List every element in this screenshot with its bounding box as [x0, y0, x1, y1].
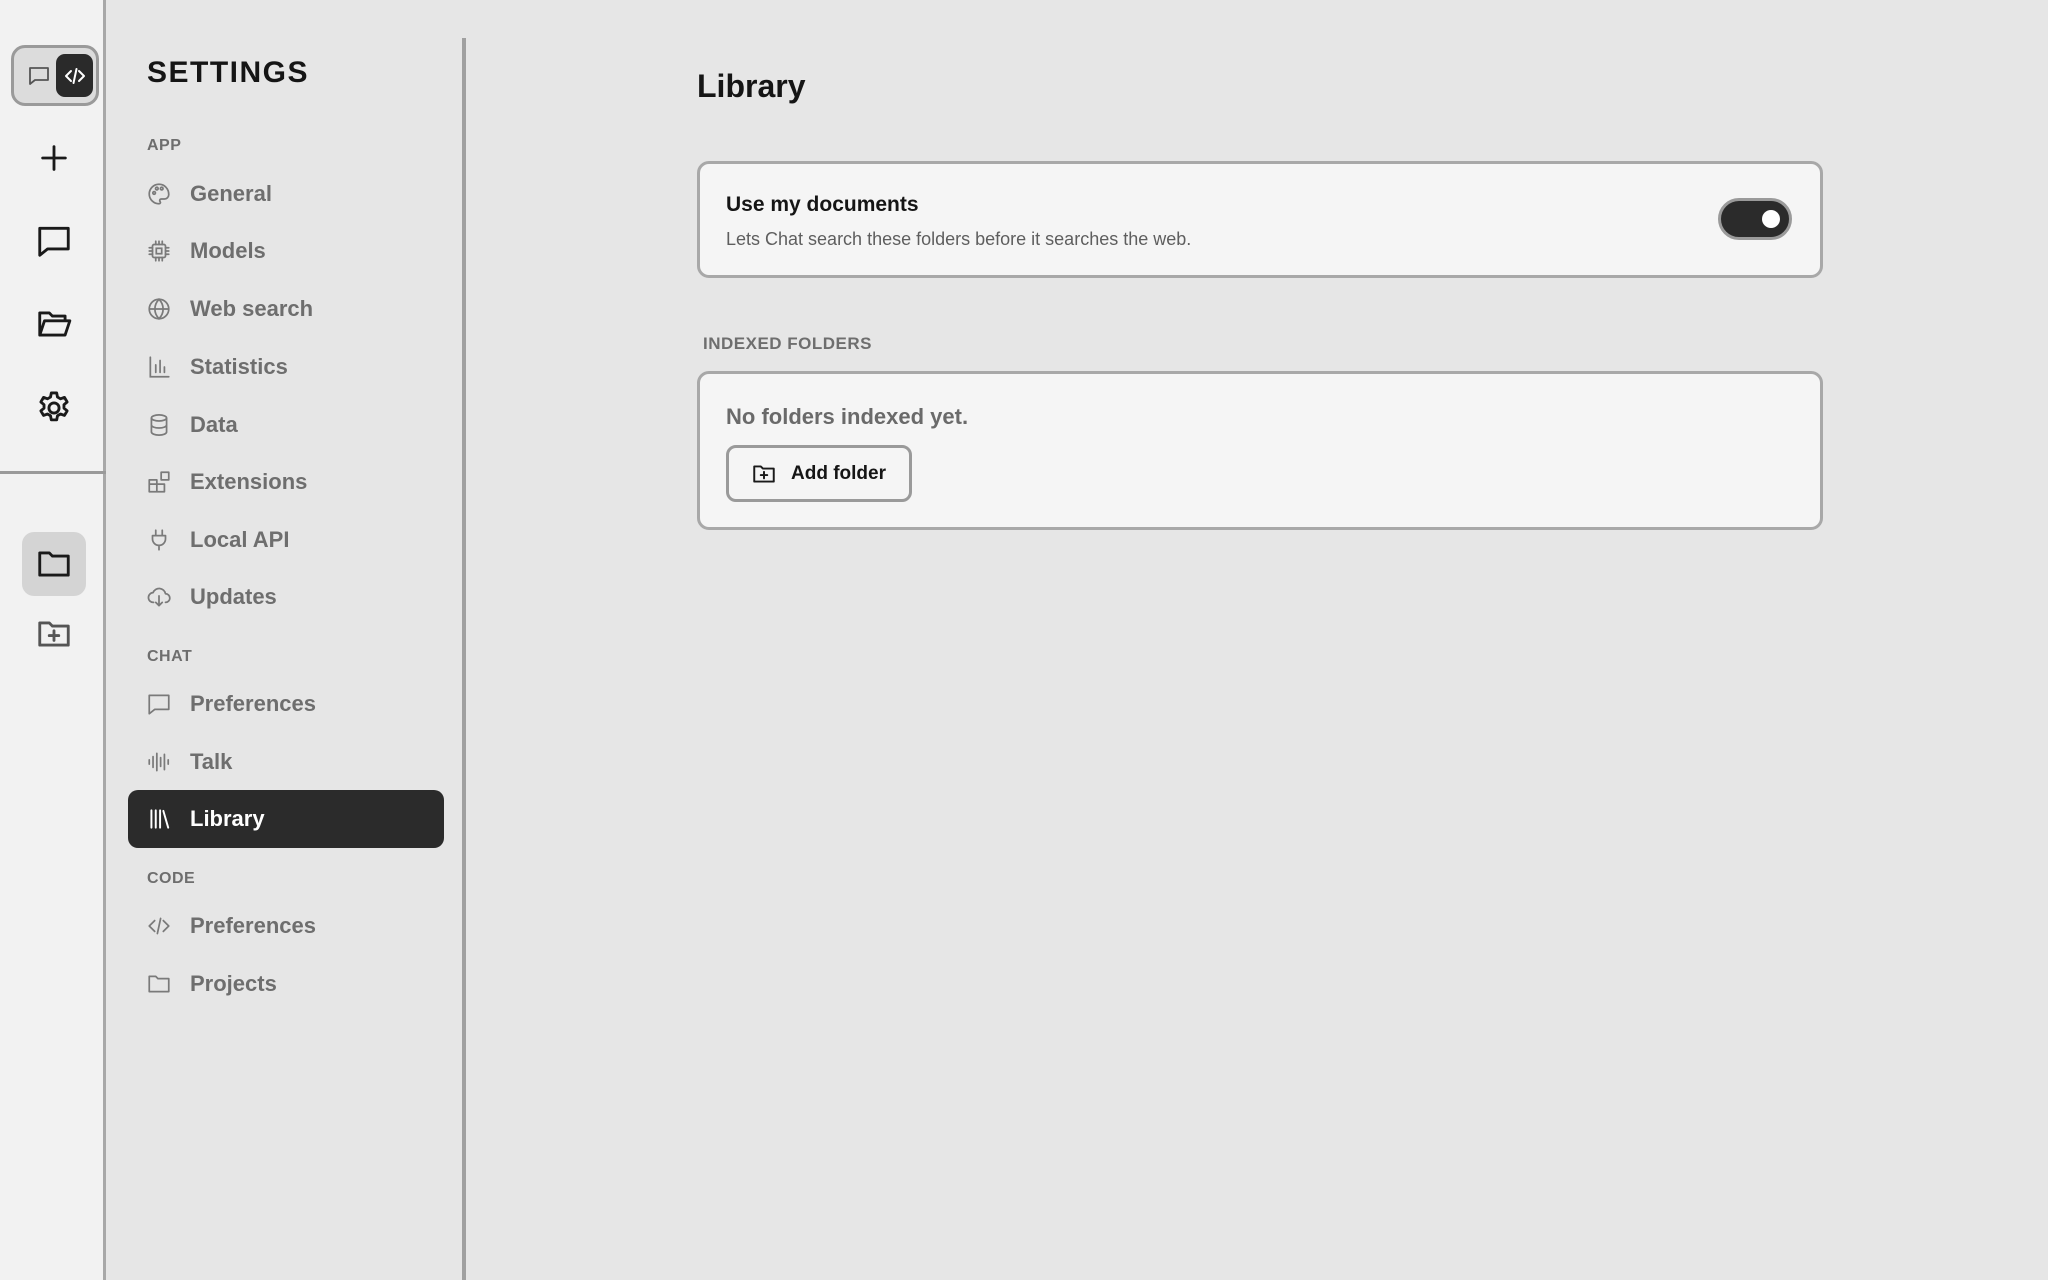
empty-state-text: No folders indexed yet. [726, 404, 969, 429]
sidebar-item-label: Web search [190, 296, 314, 321]
sidebar-item-label: Models [190, 238, 266, 263]
add-project-button[interactable] [22, 602, 86, 666]
sidebar-item-projects[interactable]: Projects [128, 955, 444, 1013]
rail-divider [0, 471, 106, 474]
folder-plus-icon [753, 464, 775, 483]
folder-plus-icon [38, 621, 70, 647]
open-folder-button[interactable] [22, 292, 86, 356]
chat-mode-button[interactable] [20, 54, 57, 97]
sidebar-item-label: Library [190, 806, 265, 831]
chat-bubble-icon [28, 66, 49, 85]
settings-button[interactable] [22, 376, 86, 440]
chats-button[interactable] [22, 209, 86, 273]
sidebar-item-label: Preferences [190, 913, 316, 938]
bar-chart-icon [146, 354, 172, 380]
sidebar-item-label: Extensions [190, 469, 308, 494]
use-documents-description: Lets Chat search these folders before it… [726, 229, 1192, 249]
page-title: Library [697, 68, 806, 104]
sidebar-item-models[interactable]: Models [128, 222, 444, 280]
sidebar-item-general[interactable]: General [128, 165, 444, 223]
gear-icon [39, 391, 69, 422]
chat-bubble-icon [38, 226, 70, 257]
folder-open-icon [38, 311, 72, 337]
use-documents-title: Use my documents [726, 193, 919, 216]
sidebar-item-local-api[interactable]: Local API [128, 511, 444, 569]
sidebar-item-statistics[interactable]: Statistics [128, 338, 444, 396]
group-label-code: CODE [147, 870, 196, 887]
sidebar-item-label: General [190, 181, 272, 206]
sidebar-item-talk[interactable]: Talk [128, 733, 444, 791]
sidebar-item-extensions[interactable]: Extensions [128, 453, 444, 511]
globe-icon [146, 296, 172, 322]
code-icon [146, 913, 172, 939]
toggle-knob [1762, 210, 1780, 228]
sidebar-item-library[interactable]: Library [128, 790, 444, 848]
code-mode-button[interactable] [56, 54, 93, 97]
folder-icon [38, 551, 70, 577]
indexed-folders-card: No folders indexed yet. Add folder [697, 371, 1823, 530]
database-icon [146, 412, 172, 438]
use-documents-card: Use my documents Lets Chat search these … [697, 161, 1823, 278]
add-folder-button[interactable]: Add folder [726, 445, 912, 502]
add-folder-label: Add folder [791, 462, 886, 484]
library-icon [146, 806, 172, 832]
chip-icon [146, 238, 172, 264]
mode-switch[interactable] [11, 45, 99, 106]
sidebar-item-code-preferences[interactable]: Preferences [128, 897, 444, 955]
sidebar-item-label: Statistics [190, 354, 288, 379]
group-label-chat: CHAT [147, 648, 193, 665]
sidebar-item-label: Projects [190, 971, 277, 996]
settings-title: SETTINGS [147, 56, 310, 89]
plus-icon [41, 145, 67, 171]
audio-wave-icon [146, 749, 172, 775]
sidebar-item-chat-preferences[interactable]: Preferences [128, 675, 444, 733]
plug-icon [146, 527, 172, 553]
app-rail [0, 0, 106, 1280]
cloud-download-icon [146, 584, 172, 610]
use-documents-toggle[interactable] [1718, 198, 1792, 240]
sidebar-item-label: Updates [190, 584, 277, 609]
sidebar-item-label: Local API [190, 527, 290, 552]
folder-icon [146, 971, 172, 997]
blocks-icon [146, 469, 172, 495]
sidebar-item-updates[interactable]: Updates [128, 568, 444, 626]
sidebar-item-web-search[interactable]: Web search [128, 280, 444, 338]
projects-button[interactable] [22, 532, 86, 596]
sidebar-item-label: Talk [190, 749, 233, 774]
code-icon [64, 67, 85, 84]
group-label-app: APP [147, 137, 182, 154]
sidebar-item-label: Preferences [190, 691, 316, 716]
chat-bubble-icon [146, 691, 172, 717]
palette-icon [146, 181, 172, 207]
sidebar-item-data[interactable]: Data [128, 396, 444, 454]
sidebar-item-label: Data [190, 412, 238, 437]
new-chat-button[interactable] [22, 126, 86, 190]
indexed-folders-label: INDEXED FOLDERS [703, 334, 873, 353]
sidebar-divider [462, 38, 466, 1280]
